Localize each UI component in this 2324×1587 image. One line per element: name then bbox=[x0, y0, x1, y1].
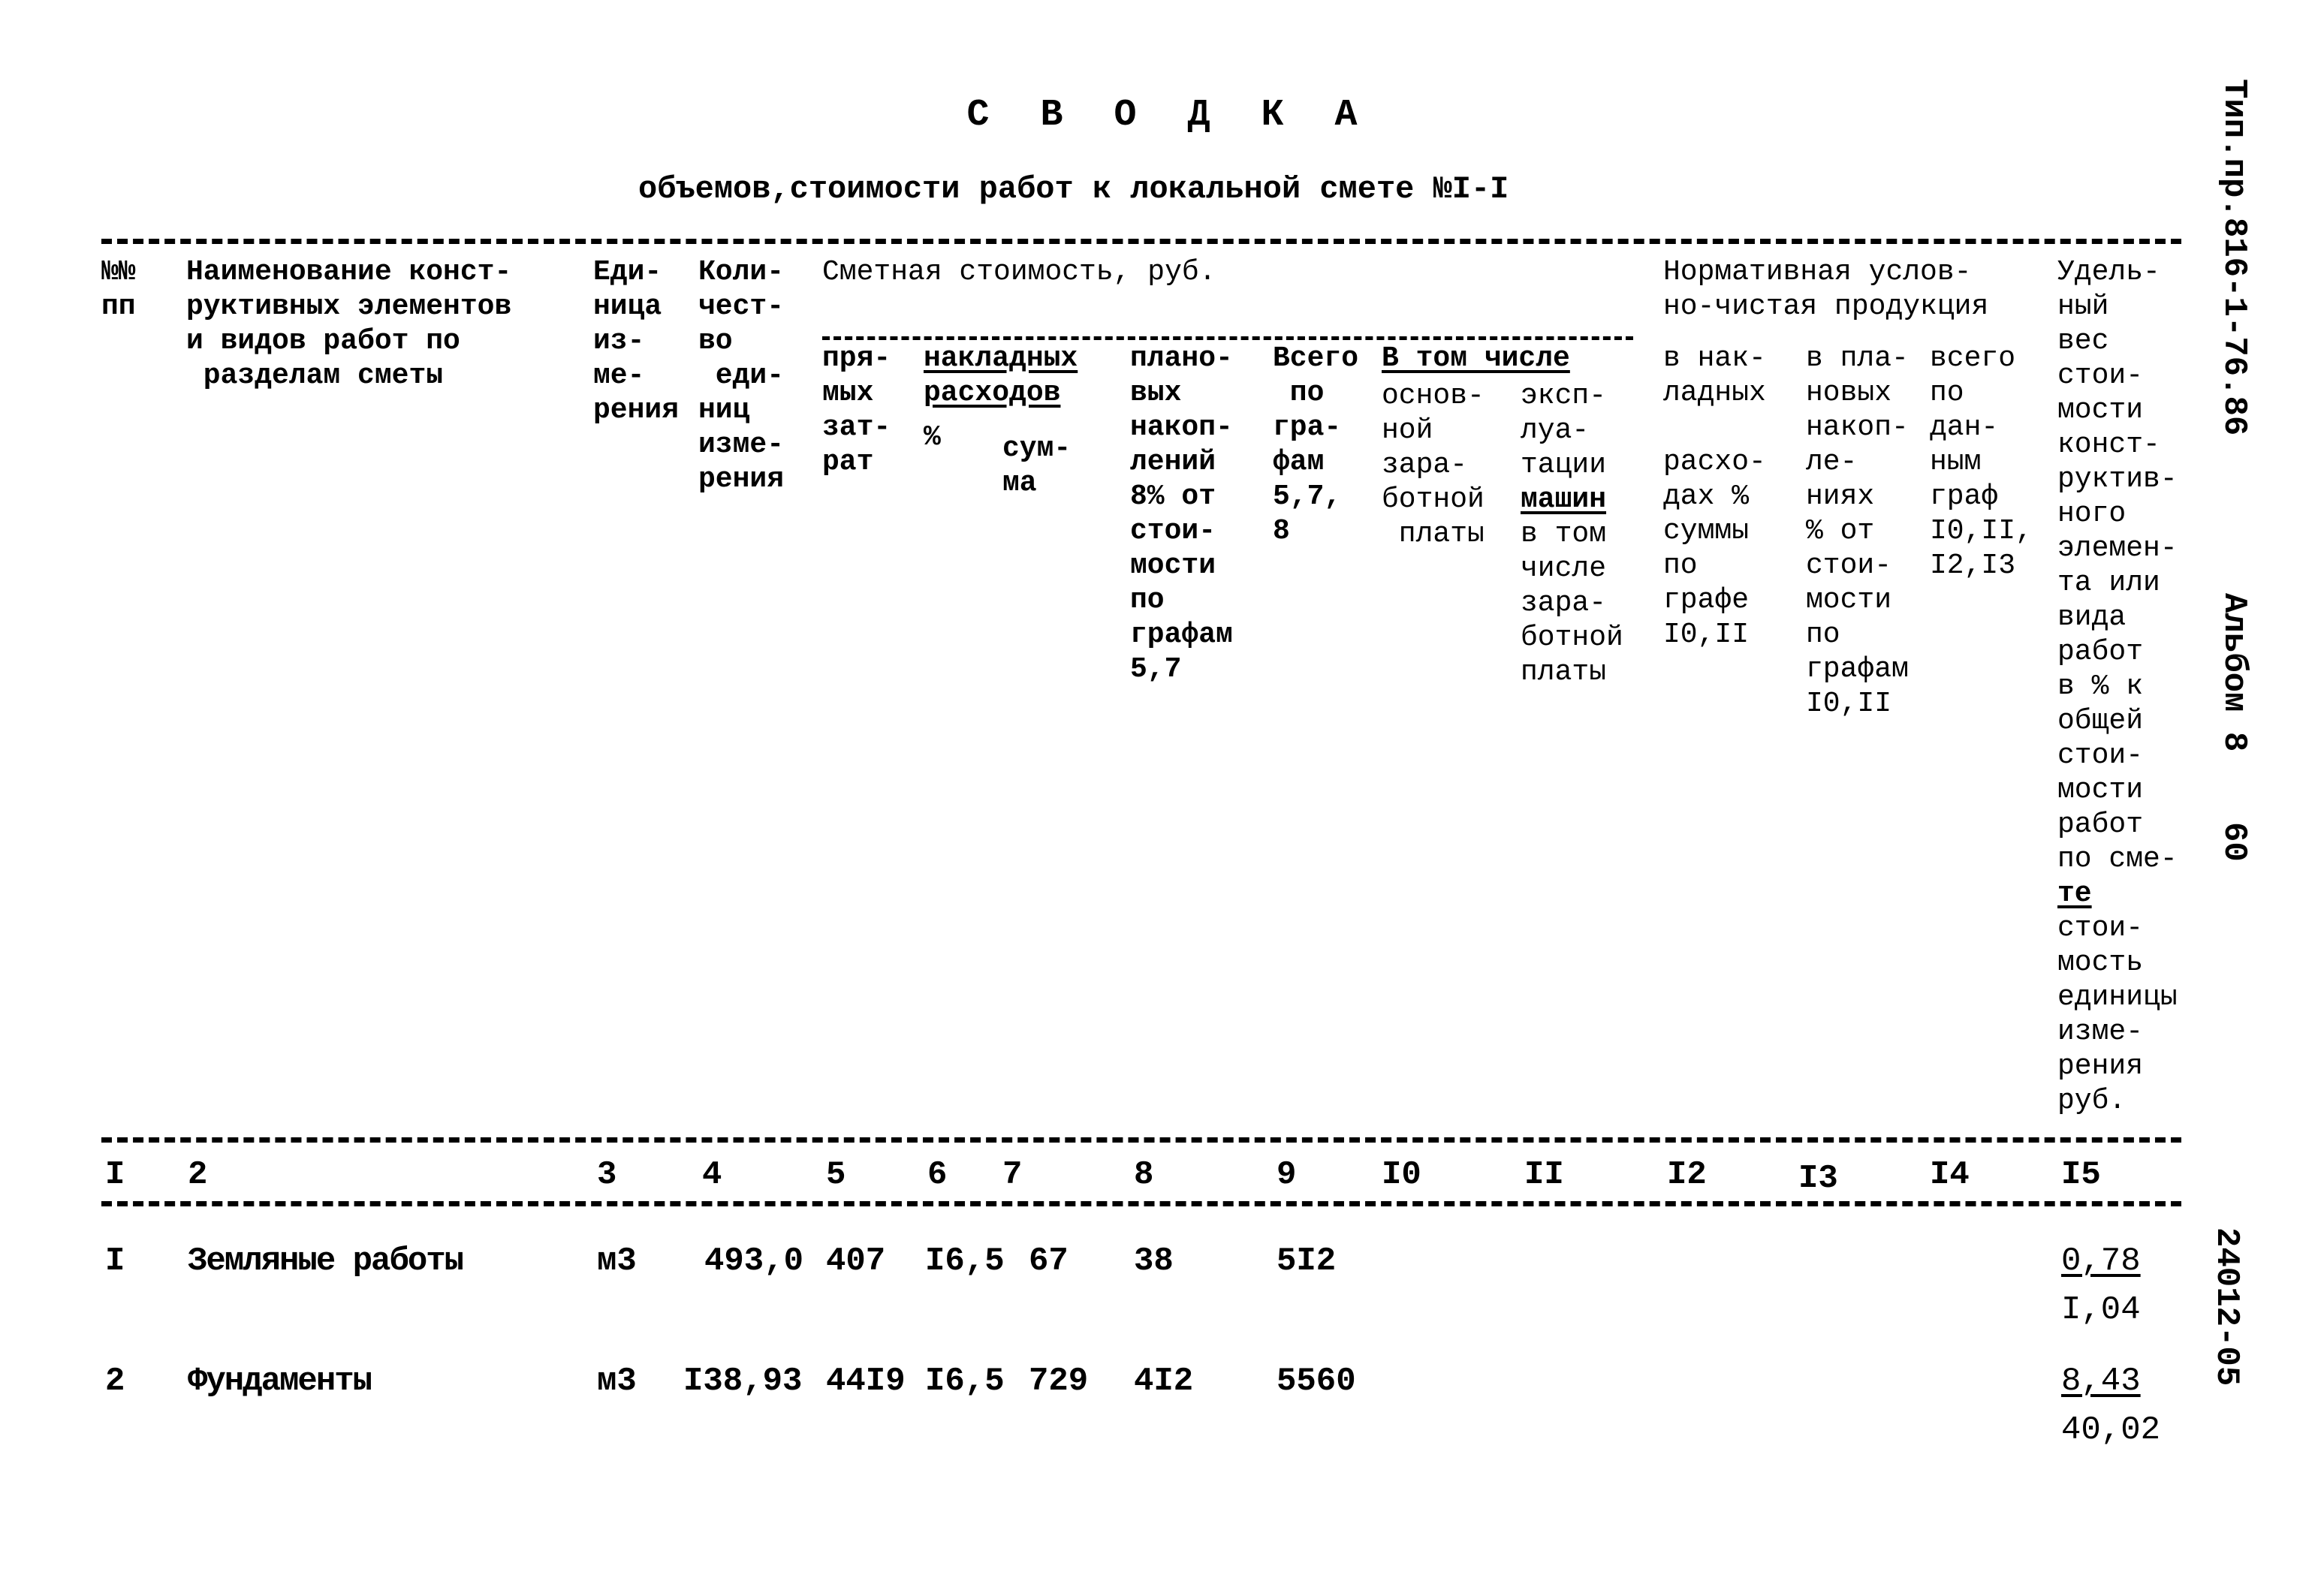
column-number: 7 bbox=[1002, 1156, 1023, 1194]
header-overhead-sum: сум- ма bbox=[1002, 432, 1072, 499]
row-total: 5560 bbox=[1277, 1363, 1356, 1400]
document-subtitle: объемов,стоимости работ к локальной смет… bbox=[638, 171, 1509, 207]
header-row-number: №№ пп bbox=[101, 256, 136, 323]
side-stamp-album: Альбом 8 bbox=[2215, 593, 2253, 752]
header-machine-wages: в том числе зара- ботной платы bbox=[1521, 518, 1623, 688]
column-number: I5 bbox=[2061, 1156, 2101, 1194]
side-stamp-inventory: 24012-05 bbox=[2208, 1227, 2245, 1387]
row-number: I bbox=[105, 1242, 125, 1280]
header-total: Всего по гра- фам 5,7, 8 bbox=[1273, 342, 1359, 547]
row-work-name: Фундаменты bbox=[188, 1363, 372, 1400]
column-number: 9 bbox=[1277, 1156, 1297, 1194]
column-numbers-top-rule bbox=[101, 1137, 2181, 1143]
header-planned-savings: плано- вых накоп- лений 8% от стои- мост… bbox=[1130, 342, 1233, 685]
column-numbers-bottom-rule bbox=[101, 1201, 2181, 1206]
row-planned-savings: 38 bbox=[1134, 1242, 1174, 1280]
row-work-name: Земляные работы bbox=[188, 1242, 464, 1280]
row-unit: м3 bbox=[597, 1242, 637, 1280]
column-number: II bbox=[1524, 1156, 1564, 1194]
column-number: 6 bbox=[927, 1156, 948, 1194]
header-work-name: Наименование конст- руктивных элементов … bbox=[186, 256, 512, 392]
header-group-overhead: накладных расходов bbox=[924, 342, 1078, 409]
header-overhead-pct: % bbox=[924, 421, 941, 453]
header-norm-total: всего по дан- ным граф I0,II, I2,I3 bbox=[1930, 342, 2033, 582]
header-norm-planned: в пла- новых накоп- ле- ниях % от стои- … bbox=[1806, 342, 1909, 720]
title-letter: О bbox=[1114, 94, 1137, 137]
row-planned-savings: 4I2 bbox=[1134, 1363, 1194, 1400]
table-top-rule bbox=[101, 239, 2181, 244]
header-base-wages: основ- ной зара- ботной платы bbox=[1382, 380, 1485, 550]
column-number: I2 bbox=[1667, 1156, 1707, 1194]
row-total: 5I2 bbox=[1277, 1242, 1337, 1280]
header-quantity: Коли- чест- во еди- ниц изме- рения bbox=[698, 256, 785, 495]
header-unit: Еди- ница из- ме- рения bbox=[593, 256, 680, 426]
column-number: 3 bbox=[597, 1156, 617, 1194]
row-overhead-pct: I6,5 bbox=[925, 1363, 1005, 1400]
side-page-number: 60 bbox=[2215, 822, 2253, 862]
header-share-divider: те bbox=[2057, 878, 2092, 910]
header-group-including: В том числе bbox=[1382, 342, 1570, 375]
column-number: 5 bbox=[826, 1156, 846, 1194]
header-group-estimated-cost: Сметная стоимость, руб. bbox=[822, 256, 1216, 288]
column-number: I bbox=[105, 1156, 125, 1194]
document-title: СВОДКА bbox=[0, 94, 2324, 137]
row-share-pct: 8,43 bbox=[2061, 1363, 2141, 1400]
side-stamp-project: Тип.пр.816-1-76.86 bbox=[2215, 79, 2253, 436]
column-number: I0 bbox=[1382, 1156, 1421, 1194]
header-norm-overhead: в нак- ладных расхо- дах % суммы по граф… bbox=[1663, 342, 1766, 651]
row-unit-cost: 40,02 bbox=[2061, 1411, 2161, 1449]
title-letter: А bbox=[1334, 94, 1358, 137]
row-share-pct: 0,78 bbox=[2061, 1242, 2141, 1280]
header-machines: машин bbox=[1521, 483, 1607, 516]
header-share-pct: Удель- ный вес стои- мости конст- руктив… bbox=[2057, 256, 2178, 875]
row-quantity: I38,93 bbox=[683, 1363, 803, 1400]
row-overhead-sum: 67 bbox=[1029, 1242, 1069, 1280]
row-quantity: 493,0 bbox=[704, 1242, 804, 1280]
row-unit: м3 bbox=[597, 1363, 637, 1400]
column-number: I4 bbox=[1930, 1156, 1970, 1194]
row-direct-costs: 44I9 bbox=[826, 1363, 906, 1400]
row-unit-cost: I,04 bbox=[2061, 1291, 2141, 1329]
header-direct-costs: пря- мых зат- рат bbox=[822, 342, 891, 478]
row-overhead-sum: 729 bbox=[1029, 1363, 1089, 1400]
column-number: I3 bbox=[1798, 1160, 1838, 1197]
title-letter: С bbox=[966, 94, 990, 137]
row-number: 2 bbox=[105, 1363, 125, 1400]
header-machine-operation: эксп- луа- тации bbox=[1521, 380, 1607, 481]
header-group-normative-output: Нормативная услов- но-чистая продукция bbox=[1663, 256, 1989, 323]
column-number: 8 bbox=[1134, 1156, 1154, 1194]
row-direct-costs: 407 bbox=[826, 1242, 886, 1280]
column-number: 4 bbox=[702, 1156, 722, 1194]
title-letter: К bbox=[1261, 94, 1284, 137]
column-number: 2 bbox=[188, 1156, 208, 1194]
title-letter: Д bbox=[1187, 94, 1210, 137]
row-overhead-pct: I6,5 bbox=[925, 1242, 1005, 1280]
title-letter: В bbox=[1040, 94, 1063, 137]
header-unit-cost: стои- мость единицы изме- рения руб. bbox=[2057, 912, 2178, 1117]
header-sub-rule bbox=[822, 336, 1633, 340]
